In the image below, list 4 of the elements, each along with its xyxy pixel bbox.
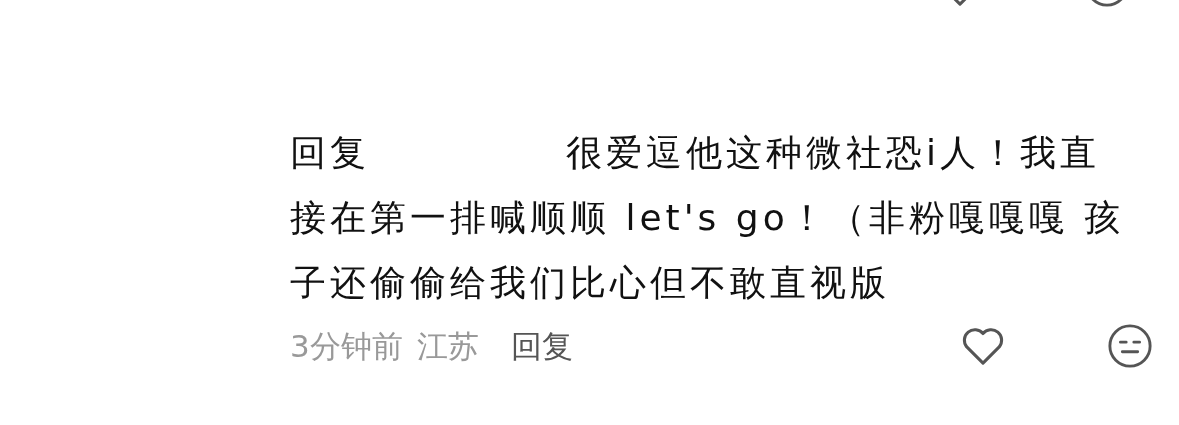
location-label: 江苏	[416, 327, 479, 366]
timestamp: 3分钟前	[290, 327, 403, 366]
comment-text: 回复 很爱逗他这种微社恐i人！我直接在第一排喊顺顺 let's go！（非粉嘎嘎嘎 孩子还偷偷给我们比心但不敢直视版	[290, 131, 1126, 305]
reply-button[interactable]: 回复	[510, 323, 573, 370]
